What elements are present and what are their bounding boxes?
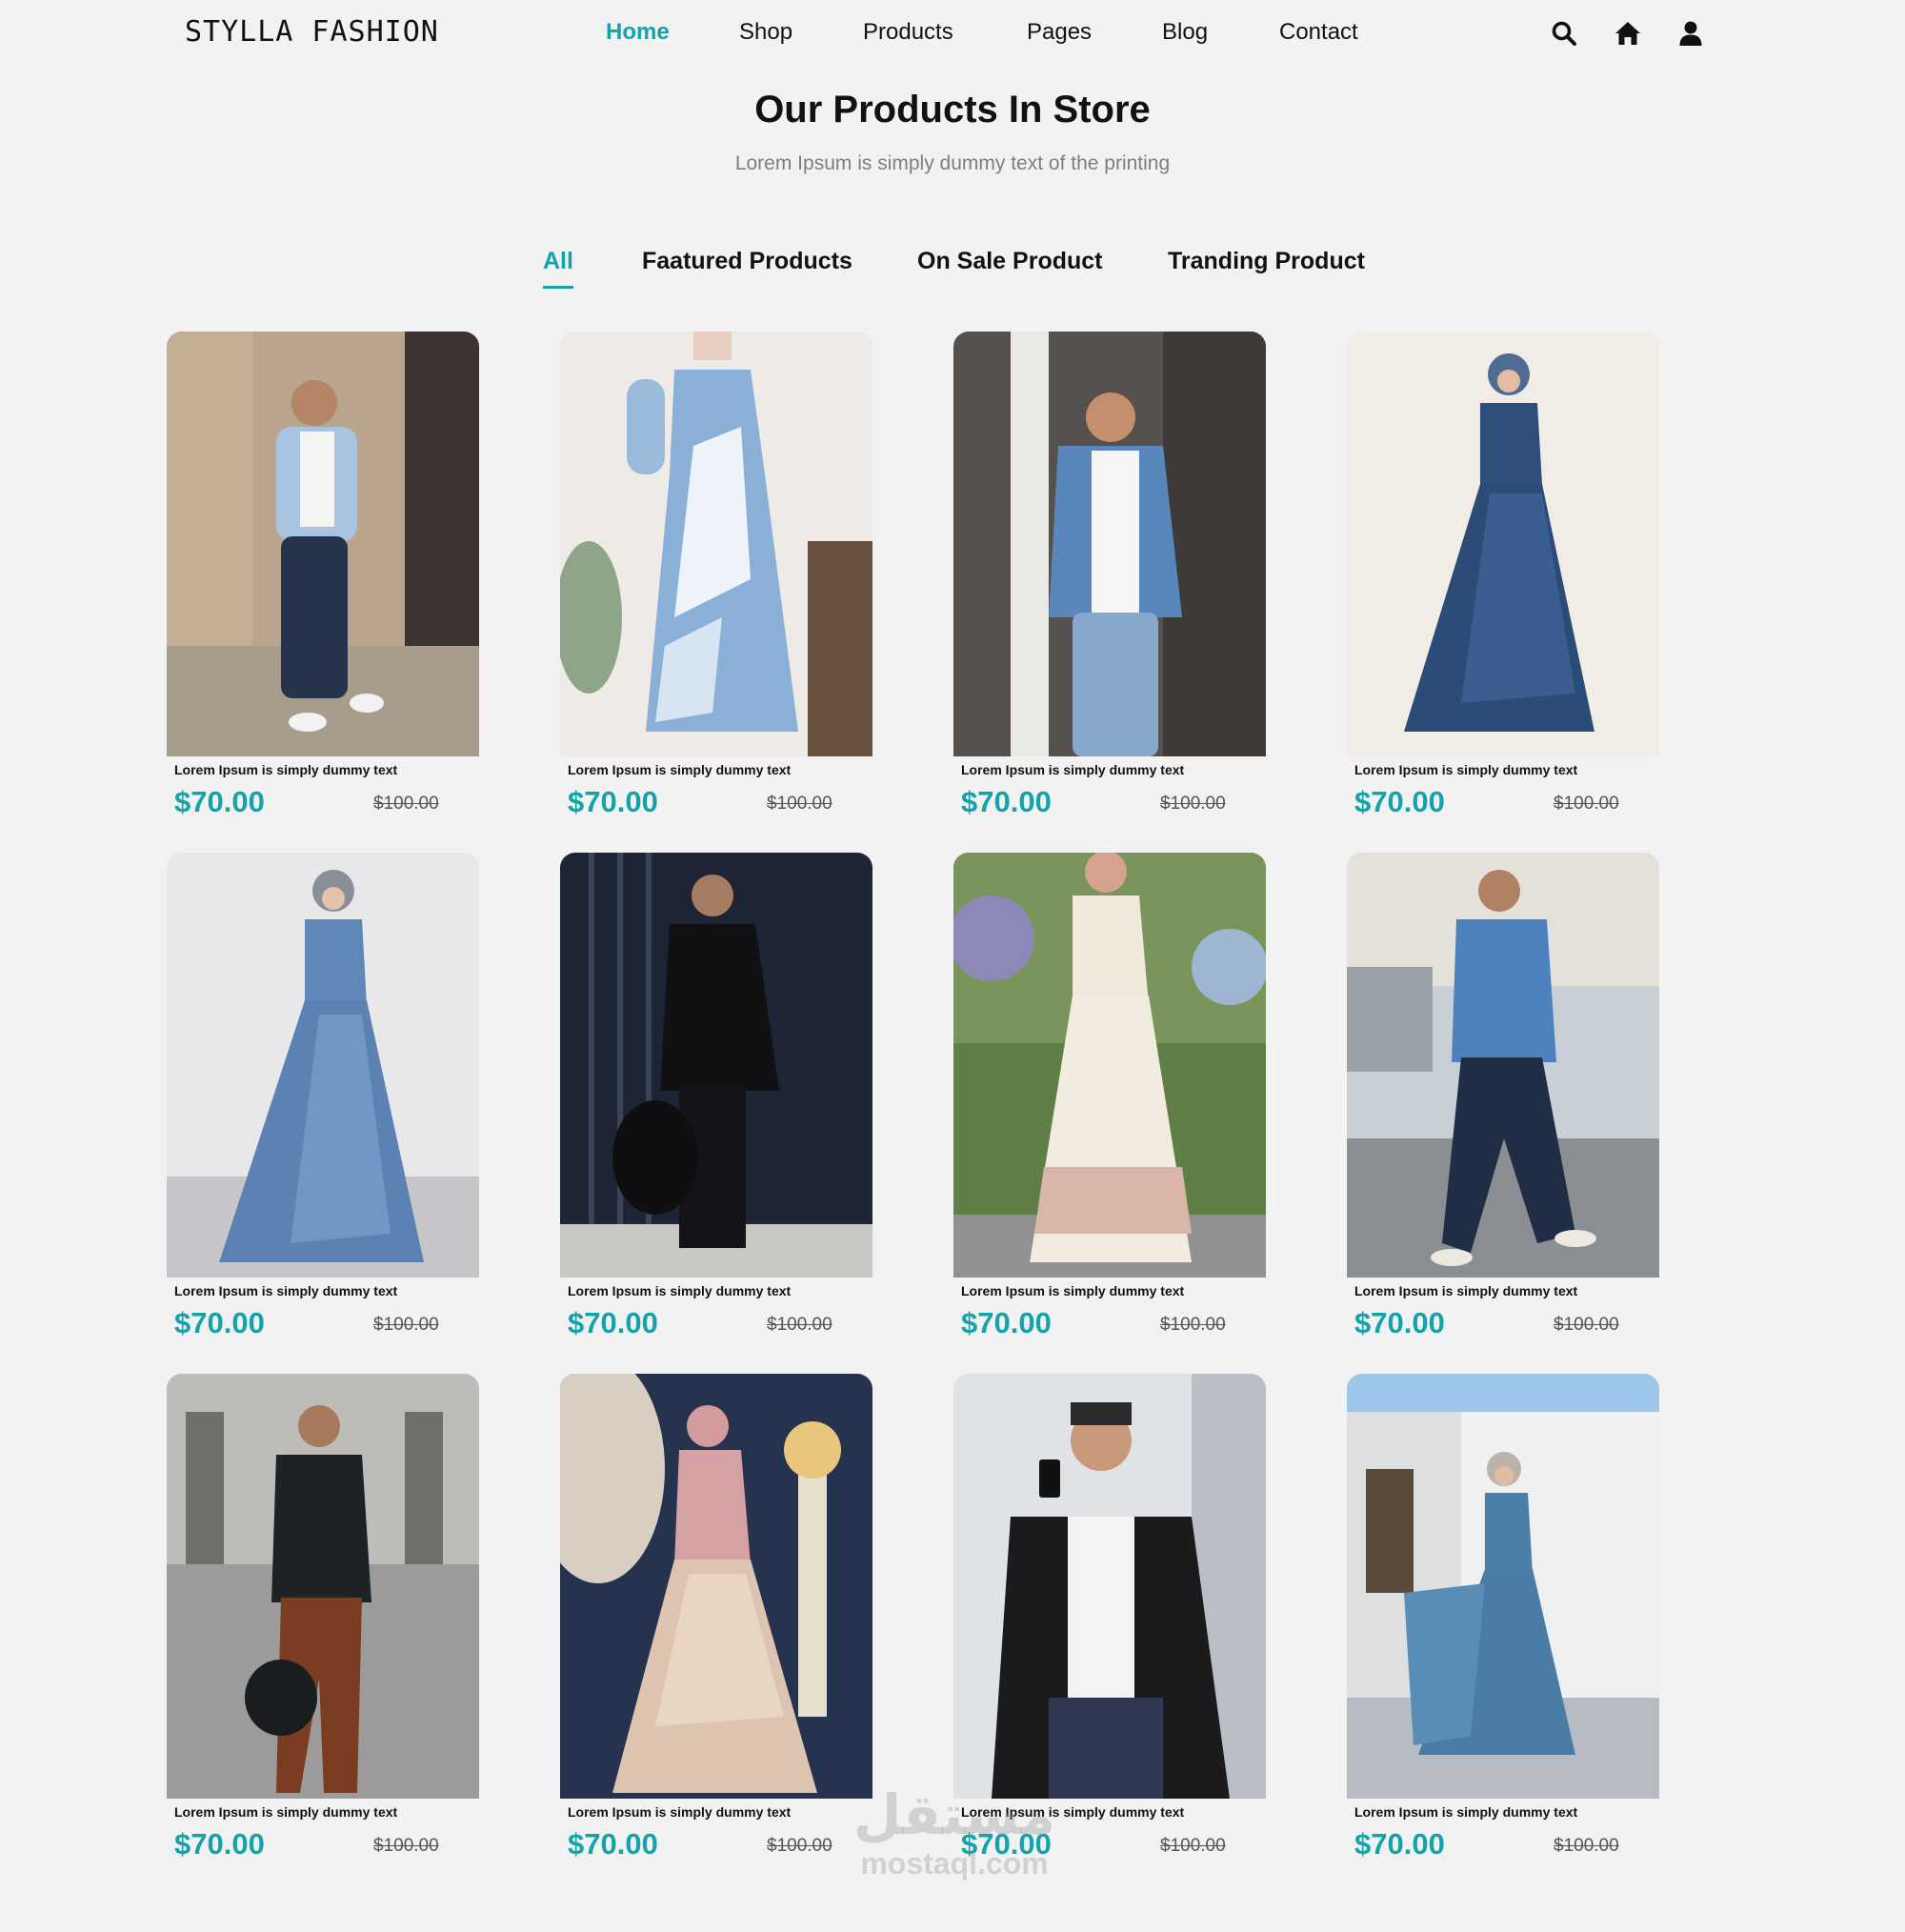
product-card[interactable]: Lorem Ipsum is simply dummy text $70.00 … [1347, 332, 1659, 822]
man-leather-jacket-photo[interactable] [560, 853, 872, 1278]
tab-on-sale-product[interactable]: On Sale Product [917, 248, 1102, 275]
product-old-price: $100.00 [1554, 794, 1619, 814]
nav-contact[interactable]: Contact [1279, 19, 1358, 46]
user-icon[interactable] [1676, 19, 1705, 48]
product-old-price: $100.00 [1554, 1315, 1619, 1335]
home-icon[interactable] [1614, 19, 1642, 48]
product-name: Lorem Ipsum is simply dummy text [961, 1283, 1185, 1298]
product-price: $70.00 [1354, 1306, 1445, 1339]
product-name: Lorem Ipsum is simply dummy text [961, 1804, 1185, 1820]
product-name: Lorem Ipsum is simply dummy text [174, 1283, 398, 1298]
product-filter-tabs: All Faatured Products On Sale Product Tr… [0, 248, 1905, 293]
man-denim-jacket-photo[interactable] [953, 332, 1266, 756]
product-card[interactable]: Lorem Ipsum is simply dummy text $70.00 … [167, 1374, 479, 1864]
product-name: Lorem Ipsum is simply dummy text [1354, 1283, 1578, 1298]
nav-pages[interactable]: Pages [1027, 19, 1092, 46]
product-old-price: $100.00 [767, 1315, 832, 1335]
product-price: $70.00 [1354, 785, 1445, 818]
product-old-price: $100.00 [767, 1836, 832, 1856]
product-old-price: $100.00 [1160, 1836, 1226, 1856]
woman-floral-white-dress-photo[interactable] [953, 853, 1266, 1278]
man-biker-jacket-photo[interactable] [953, 1374, 1266, 1799]
product-old-price: $100.00 [373, 1836, 439, 1856]
product-old-price: $100.00 [373, 1315, 439, 1335]
product-price: $70.00 [568, 1827, 658, 1861]
product-name: Lorem Ipsum is simply dummy text [174, 1804, 398, 1820]
product-card[interactable]: Lorem Ipsum is simply dummy text $70.00 … [167, 332, 479, 822]
product-card[interactable]: Lorem Ipsum is simply dummy text $70.00 … [1347, 853, 1659, 1343]
nav-products[interactable]: Products [863, 19, 953, 46]
product-card[interactable]: Lorem Ipsum is simply dummy text $70.00 … [167, 853, 479, 1343]
tab-trending-product[interactable]: Tranding Product [1168, 248, 1365, 275]
woman-tie-dye-dress-photo[interactable] [560, 332, 872, 756]
product-card[interactable]: Lorem Ipsum is simply dummy text $70.00 … [1347, 1374, 1659, 1864]
product-old-price: $100.00 [373, 794, 439, 814]
product-name: Lorem Ipsum is simply dummy text [1354, 762, 1578, 777]
product-price: $70.00 [568, 785, 658, 818]
product-price: $70.00 [174, 785, 265, 818]
tab-featured-products[interactable]: Faatured Products [642, 248, 852, 275]
product-card[interactable]: Lorem Ipsum is simply dummy text $70.00 … [560, 853, 872, 1343]
section-subtitle: Lorem Ipsum is simply dummy text of the … [734, 152, 1171, 174]
man-denim-shirt-street-photo[interactable] [1347, 853, 1659, 1278]
product-name: Lorem Ipsum is simply dummy text [1354, 1804, 1578, 1820]
product-name: Lorem Ipsum is simply dummy text [568, 1283, 792, 1298]
product-name: Lorem Ipsum is simply dummy text [568, 762, 792, 777]
product-price: $70.00 [961, 785, 1052, 818]
product-card[interactable]: Lorem Ipsum is simply dummy text $70.00 … [953, 853, 1266, 1343]
tab-all[interactable]: All [543, 248, 573, 289]
search-icon[interactable] [1550, 19, 1578, 48]
product-card[interactable]: Lorem Ipsum is simply dummy text $70.00 … [560, 1374, 872, 1864]
product-price: $70.00 [961, 1306, 1052, 1339]
product-price: $70.00 [961, 1827, 1052, 1861]
nav-shop[interactable]: Shop [739, 19, 792, 46]
product-name: Lorem Ipsum is simply dummy text [961, 762, 1185, 777]
woman-navy-gown-photo[interactable] [1347, 332, 1659, 756]
man-black-hoodie-photo[interactable] [167, 1374, 479, 1799]
product-name: Lorem Ipsum is simply dummy text [568, 1804, 792, 1820]
product-price: $70.00 [174, 1827, 265, 1861]
product-old-price: $100.00 [767, 794, 832, 814]
nav-blog[interactable]: Blog [1162, 19, 1208, 46]
product-price: $70.00 [1354, 1827, 1445, 1861]
woman-blue-satin-dress-photo[interactable] [167, 853, 479, 1278]
nav-home[interactable]: Home [606, 19, 670, 46]
product-name: Lorem Ipsum is simply dummy text [174, 762, 398, 777]
product-old-price: $100.00 [1160, 794, 1226, 814]
product-old-price: $100.00 [1554, 1836, 1619, 1856]
woman-sequin-gown-photo[interactable] [560, 1374, 872, 1799]
brand-logo[interactable]: STYLLA FASHION [185, 15, 439, 49]
woman-teal-dress-photo[interactable] [1347, 1374, 1659, 1799]
product-card[interactable]: Lorem Ipsum is simply dummy text $70.00 … [953, 332, 1266, 822]
product-card[interactable]: Lorem Ipsum is simply dummy text $70.00 … [560, 332, 872, 822]
man-light-blue-shirt-photo[interactable] [167, 332, 479, 756]
section-title: Our Products In Store [754, 89, 1151, 131]
product-old-price: $100.00 [1160, 1315, 1226, 1335]
product-card[interactable]: Lorem Ipsum is simply dummy text $70.00 … [953, 1374, 1266, 1864]
product-price: $70.00 [568, 1306, 658, 1339]
product-price: $70.00 [174, 1306, 265, 1339]
